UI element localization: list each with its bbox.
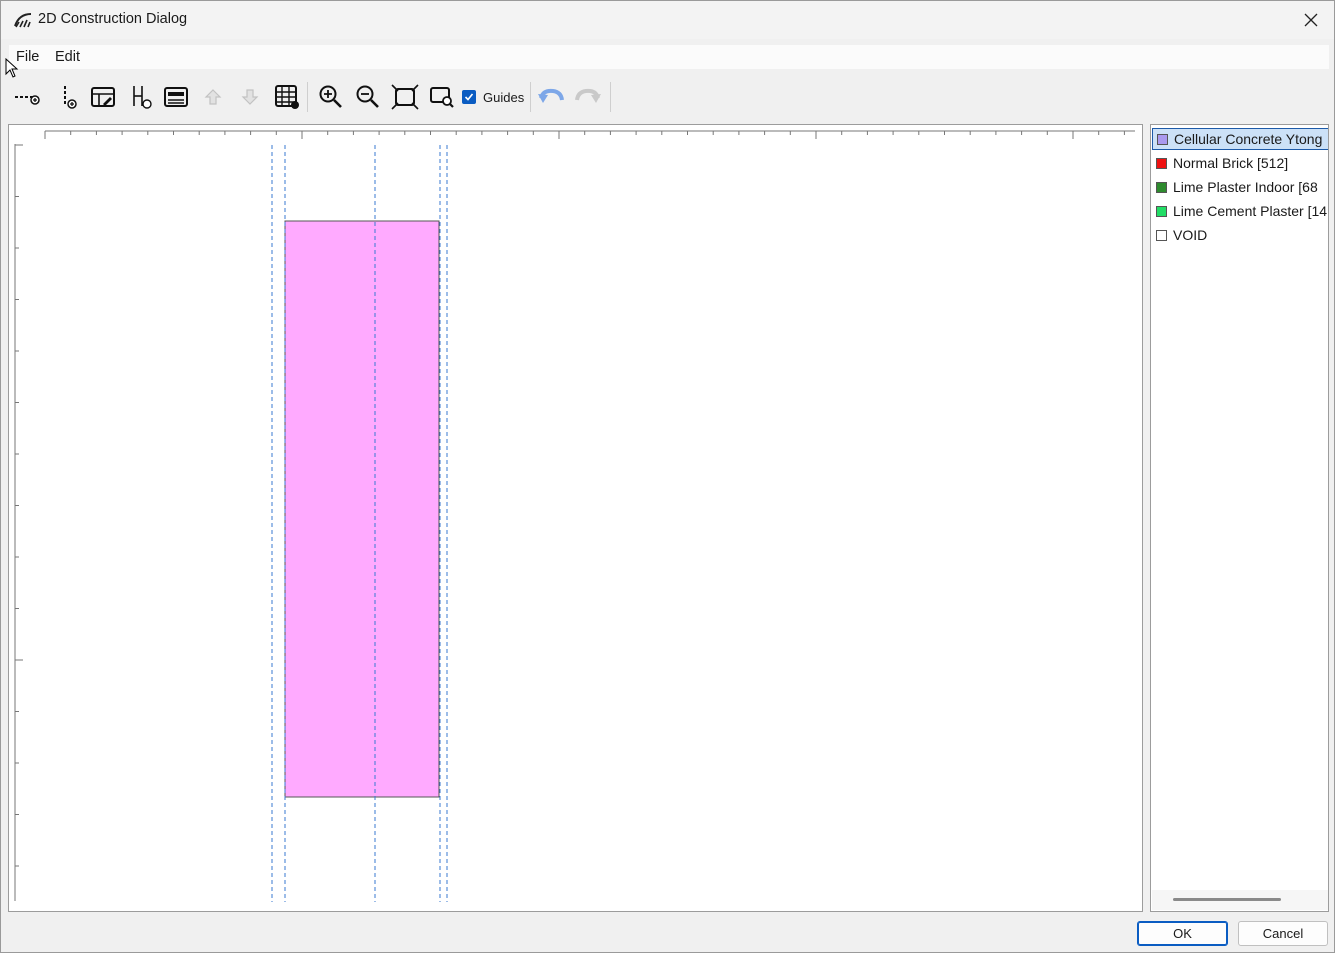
cancel-button[interactable]: Cancel (1238, 921, 1328, 946)
scrollbar-thumb[interactable] (1173, 898, 1281, 901)
menu-file[interactable]: File (16, 49, 39, 65)
ok-button[interactable]: OK (1137, 921, 1228, 946)
close-button[interactable] (1288, 1, 1334, 39)
zoom-in-icon (319, 85, 342, 108)
color-swatch (1156, 229, 1167, 241)
app-logo-icon (13, 10, 33, 30)
undo-icon (538, 88, 564, 103)
horizontal-scrollbar[interactable] (1152, 890, 1328, 910)
guides-label: Guides (483, 89, 525, 105)
toolbar: Guides (9, 78, 1329, 116)
legend-item[interactable]: Normal Brick [512] (1152, 152, 1328, 174)
edit-table-button[interactable] (88, 82, 118, 112)
split-column-button[interactable] (126, 82, 156, 112)
add-vertical-line-icon (64, 86, 77, 109)
legend-item[interactable]: Lime Cement Plaster [14 (1152, 200, 1328, 222)
title-bar: 2D Construction Dialog (1, 1, 1334, 39)
edit-row-button[interactable] (161, 82, 191, 112)
redo-icon (575, 88, 601, 103)
zoom-out-icon (356, 85, 379, 108)
edit-table-icon (91, 87, 115, 107)
construction-dialog-window: 2D Construction Dialog File Edit Guides … (0, 0, 1335, 953)
undo-button[interactable] (536, 82, 566, 112)
zoom-fit-button[interactable] (390, 82, 420, 112)
color-swatch (1156, 205, 1167, 217)
add-horizontal-line-icon (15, 95, 40, 105)
move-down-icon (241, 89, 259, 105)
top-ruler (44, 130, 1135, 139)
zoom-select-icon (430, 87, 454, 108)
redo-button[interactable] (573, 82, 603, 112)
material-legend: Cellular Concrete Ytong Normal Brick [51… (1150, 124, 1329, 912)
color-swatch (1157, 133, 1168, 145)
legend-item[interactable]: Lime Plaster Indoor [68 (1152, 176, 1328, 198)
window-title: 2D Construction Dialog (38, 11, 188, 27)
move-down-button[interactable] (235, 82, 265, 112)
guides-toggle[interactable]: Guides (462, 87, 524, 107)
legend-item[interactable]: Cellular Concrete Ytong (1152, 128, 1328, 150)
close-icon (1304, 13, 1318, 27)
move-up-button[interactable] (198, 82, 228, 112)
left-ruler (14, 144, 23, 901)
color-swatch (1156, 157, 1167, 169)
menu-edit[interactable]: Edit (55, 49, 80, 65)
zoom-fit-icon (391, 84, 419, 110)
zoom-select-button[interactable] (427, 82, 457, 112)
material-block[interactable] (284, 220, 440, 798)
add-horizontal-line-button[interactable] (12, 82, 42, 112)
menu-bar: File Edit (9, 45, 1329, 69)
construction-canvas[interactable] (8, 124, 1143, 912)
legend-item[interactable]: VOID (1152, 224, 1328, 246)
grid-table-icon (275, 85, 299, 109)
guides-checkbox[interactable] (462, 90, 476, 104)
add-vertical-line-button[interactable] (54, 82, 84, 112)
mouse-cursor-icon (5, 58, 19, 78)
zoom-out-button[interactable] (353, 82, 383, 112)
color-swatch (1156, 181, 1167, 193)
grid-table-button[interactable] (272, 82, 302, 112)
checkmark-icon (464, 93, 474, 101)
split-column-icon (133, 86, 152, 109)
move-up-icon (204, 89, 222, 105)
edit-row-icon (164, 87, 188, 107)
zoom-in-button[interactable] (316, 82, 346, 112)
